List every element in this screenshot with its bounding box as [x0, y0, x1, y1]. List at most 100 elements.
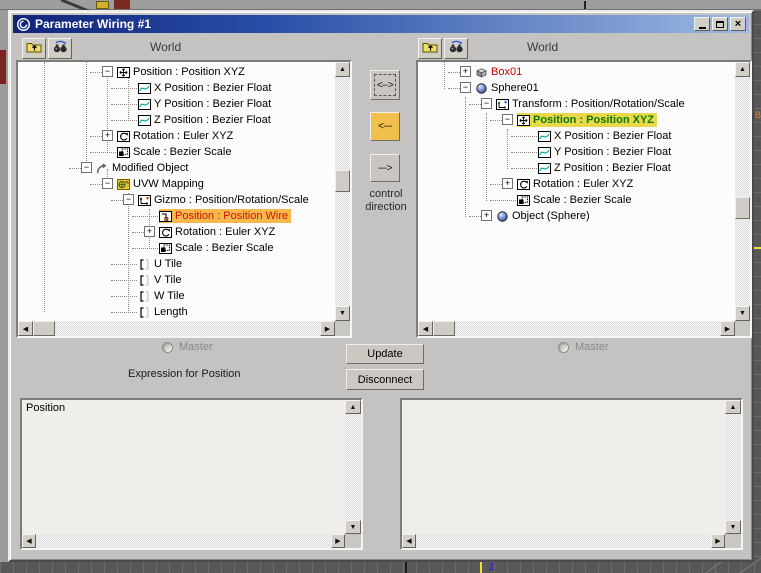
tree-row[interactable]: − Sphere01 — [418, 80, 735, 96]
scroll-left-button[interactable]: ◀ — [402, 534, 416, 548]
scroll-up-button[interactable]: ▲ — [725, 400, 741, 414]
tree-row[interactable]: U Tile — [18, 256, 335, 272]
scroll-down-button[interactable]: ▼ — [735, 306, 750, 321]
tree-row[interactable]: Scale : Bezier Scale — [18, 240, 335, 256]
scroll-track[interactable] — [345, 414, 361, 520]
tree-row[interactable]: + Box01 — [418, 64, 735, 80]
right-expression-content[interactable] — [402, 400, 725, 534]
tree-row[interactable]: − UVW Mapping — [18, 176, 335, 192]
tree-row[interactable]: Y Position : Bezier Float — [18, 96, 335, 112]
left-tree-panel: − Position : Position XYZ X Position : Bez… — [16, 60, 352, 338]
left-expression-content[interactable]: Position — [22, 400, 345, 534]
tree-row[interactable]: − Transform : Position/Rotation/Scale — [418, 96, 735, 112]
left-tree-hscrollbar[interactable]: ◀ ▶ — [18, 321, 335, 336]
scroll-down-button[interactable]: ▼ — [345, 520, 361, 534]
scroll-right-button[interactable]: ▶ — [331, 534, 345, 548]
tree-row[interactable]: Scale : Bezier Scale — [18, 144, 335, 160]
two-way-wire-button[interactable]: <--> — [370, 70, 400, 100]
expression-hscrollbar[interactable]: ◀ ▶ — [22, 534, 345, 548]
wire-left-direction-button[interactable]: <--- — [370, 112, 400, 141]
tree-row[interactable]: Length — [18, 304, 335, 320]
tree-row[interactable]: Y Position : Bezier Float — [418, 144, 735, 160]
scroll-thumb[interactable] — [33, 321, 55, 336]
collapse-box[interactable]: − — [481, 98, 492, 109]
collapse-box[interactable]: − — [123, 194, 134, 205]
scroll-thumb[interactable] — [735, 197, 750, 219]
tree-row[interactable]: + Object (Sphere) — [418, 208, 735, 224]
tree-row[interactable]: Scale : Bezier Scale — [418, 192, 735, 208]
collapse-box[interactable]: − — [460, 82, 471, 93]
disconnect-button[interactable]: Disconnect — [346, 369, 424, 390]
scroll-track[interactable] — [433, 321, 720, 336]
scroll-right-button[interactable]: ▶ — [320, 321, 335, 336]
tree-connector — [511, 152, 537, 153]
right-tree-vscrollbar[interactable]: ▲ ▼ — [735, 62, 750, 321]
right-find-button[interactable] — [444, 38, 468, 59]
expand-box[interactable]: + — [481, 210, 492, 221]
scroll-right-button[interactable]: ▶ — [711, 534, 725, 548]
expand-box[interactable]: + — [460, 66, 471, 77]
collapse-box[interactable]: − — [81, 162, 92, 173]
background-left-strip — [0, 10, 8, 562]
scroll-thumb[interactable] — [433, 321, 455, 336]
tree-row[interactable]: X Position : Bezier Float — [18, 80, 335, 96]
collapse-box[interactable]: − — [102, 66, 113, 77]
tree-row[interactable]: + Rotation : Euler XYZ — [18, 128, 335, 144]
right-go-to-parent-button[interactable] — [418, 38, 442, 59]
tree-row[interactable]: − Gizmo : Position/Rotation/Scale — [18, 192, 335, 208]
left-go-to-parent-button[interactable] — [22, 38, 46, 59]
tree-label: U Tile — [154, 258, 183, 270]
expand-box[interactable]: + — [502, 178, 513, 189]
tree-row[interactable]: − Position : Position XYZ — [418, 112, 735, 128]
tree-row[interactable]: Z Position : Bezier Float — [18, 112, 335, 128]
left-expression-box[interactable]: Position ▲ ▼ ◀ ▶ — [20, 398, 363, 550]
tree-row[interactable]: Position : Position Wire — [18, 208, 335, 224]
viewport-background-right: B — [754, 10, 761, 562]
scroll-track[interactable] — [36, 534, 331, 548]
right-tree[interactable]: + Box01 − Sphere01 − Transform : Position/Rot… — [418, 62, 735, 321]
tree-row[interactable]: X Position : Bezier Float — [418, 128, 735, 144]
scroll-down-button[interactable]: ▼ — [725, 520, 741, 534]
wire-right-direction-button[interactable]: ---> — [370, 154, 400, 182]
tree-row[interactable]: − Modified Object — [18, 160, 335, 176]
scroll-up-button[interactable]: ▲ — [335, 62, 350, 77]
scroll-track[interactable] — [725, 414, 741, 520]
expand-box[interactable]: + — [144, 226, 155, 237]
scroll-left-button[interactable]: ◀ — [418, 321, 433, 336]
right-expression-box[interactable]: ▲ ▼ ◀ ▶ — [400, 398, 743, 550]
expand-box[interactable]: + — [102, 130, 113, 141]
tree-label: Position : Position Wire — [175, 210, 289, 222]
expression-hscrollbar[interactable]: ◀ ▶ — [402, 534, 725, 548]
close-button[interactable]: × — [730, 17, 746, 31]
tree-row[interactable]: V Tile — [18, 272, 335, 288]
scroll-track[interactable] — [416, 534, 711, 548]
scroll-up-button[interactable]: ▲ — [735, 62, 750, 77]
tree-row[interactable]: + Rotation : Euler XYZ — [418, 176, 735, 192]
scroll-thumb[interactable] — [335, 170, 350, 192]
scroll-track[interactable] — [33, 321, 320, 336]
scroll-down-button[interactable]: ▼ — [335, 306, 350, 321]
minimize-button[interactable] — [694, 17, 710, 31]
scroll-up-button[interactable]: ▲ — [345, 400, 361, 414]
left-find-button[interactable] — [48, 38, 72, 59]
scroll-track[interactable] — [735, 77, 750, 306]
rotation-icon — [117, 130, 130, 142]
tree-row[interactable]: W Tile — [18, 288, 335, 304]
tree-row[interactable]: Z Position : Bezier Float — [418, 160, 735, 176]
right-tree-hscrollbar[interactable]: ◀ ▶ — [418, 321, 735, 336]
expression-vscrollbar[interactable]: ▲ ▼ — [725, 400, 741, 534]
scroll-left-button[interactable]: ◀ — [22, 534, 36, 548]
tree-row[interactable]: + Rotation : Euler XYZ — [18, 224, 335, 240]
titlebar[interactable]: Parameter Wiring #1 × — [13, 15, 749, 33]
scroll-left-button[interactable]: ◀ — [18, 321, 33, 336]
expression-vscrollbar[interactable]: ▲ ▼ — [345, 400, 361, 534]
scroll-right-button[interactable]: ▶ — [720, 321, 735, 336]
maximize-button[interactable] — [712, 17, 728, 31]
collapse-box[interactable]: − — [102, 178, 113, 189]
collapse-box[interactable]: − — [502, 114, 513, 125]
tree-row[interactable]: − Position : Position XYZ — [18, 64, 335, 80]
scroll-down-icon: ▼ — [739, 310, 746, 317]
left-tree-vscrollbar[interactable]: ▲ ▼ — [335, 62, 350, 321]
left-tree[interactable]: − Position : Position XYZ X Position : Bez… — [18, 62, 335, 321]
update-button[interactable]: Update — [346, 344, 424, 364]
